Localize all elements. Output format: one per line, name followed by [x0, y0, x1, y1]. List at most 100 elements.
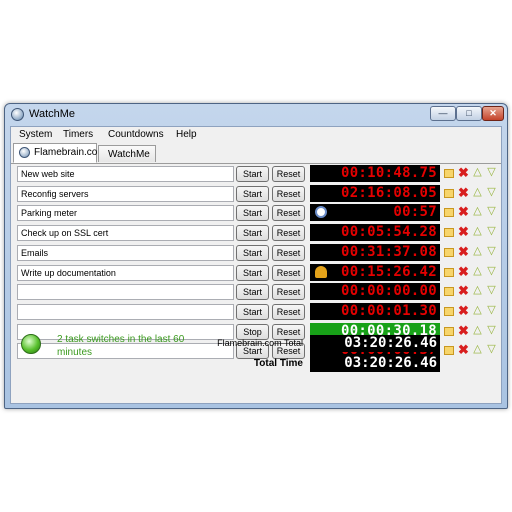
client-area: System Timers Countdowns Help Flamebrain… [10, 126, 502, 404]
move-up-icon[interactable]: △ [472, 324, 483, 336]
start-button[interactable]: Start [236, 264, 269, 281]
timer-display: 00:10:48.75 [310, 165, 440, 182]
move-up-icon[interactable]: △ [472, 226, 483, 237]
move-down-icon[interactable]: ▽ [486, 186, 497, 198]
start-button[interactable]: Start [236, 166, 269, 182]
move-up-icon[interactable]: △ [472, 245, 483, 257]
task-row: Emails Start Reset 00:31:37.08 ✖ △ ▽ [11, 243, 501, 264]
delete-icon[interactable]: ✖ [458, 225, 469, 238]
reset-button[interactable]: Reset [272, 185, 305, 202]
move-down-icon[interactable]: ▽ [486, 285, 497, 296]
move-down-icon[interactable]: ▽ [486, 206, 497, 217]
move-up-icon[interactable]: △ [472, 304, 483, 316]
reset-button[interactable]: Reset [272, 284, 305, 301]
reset-button[interactable]: Reset [272, 225, 305, 242]
close-button[interactable]: ✕ [482, 106, 504, 121]
delete-icon[interactable]: ✖ [458, 265, 469, 278]
move-up-icon[interactable]: △ [472, 265, 483, 277]
start-button[interactable]: Start [236, 185, 269, 202]
task-name-field[interactable]: Check up on SSL cert [17, 225, 234, 242]
window-title: WatchMe [29, 108, 76, 120]
task-name-field[interactable] [17, 303, 234, 320]
tab-flamebrain[interactable]: Flamebrain.com [13, 143, 106, 163]
move-up-icon[interactable]: △ [472, 285, 483, 296]
reset-button[interactable]: Reset [272, 264, 305, 281]
move-down-icon[interactable]: ▽ [486, 245, 497, 257]
delete-icon[interactable]: ✖ [458, 343, 469, 356]
menu-help[interactable]: Help [176, 129, 197, 140]
notes-icon[interactable] [444, 346, 454, 356]
notes-icon[interactable] [444, 326, 454, 336]
delete-icon[interactable]: ✖ [458, 324, 469, 337]
minimize-button[interactable]: — [430, 106, 456, 121]
delete-icon[interactable]: ✖ [458, 166, 469, 179]
tab-total-label: Flamebrain.com Total [217, 338, 303, 348]
move-up-icon[interactable]: △ [472, 206, 483, 217]
delete-icon[interactable]: ✖ [458, 205, 469, 218]
notes-icon[interactable] [444, 287, 454, 297]
app-icon [11, 108, 24, 121]
reset-button[interactable]: Reset [272, 303, 305, 320]
move-down-icon[interactable]: ▽ [486, 304, 497, 316]
move-up-icon[interactable]: △ [472, 186, 483, 198]
timer-display: 02:16:08.05 [310, 184, 440, 202]
task-row: Start Reset 00:00:00.00 ✖ △ ▽ [11, 283, 501, 303]
timer-display: 00:05:54.28 [310, 224, 440, 242]
tab-total-time: 03:20:26.46 [310, 335, 440, 352]
menu-timers[interactable]: Timers [63, 129, 93, 140]
menu-system[interactable]: System [19, 129, 52, 140]
task-row: Write up documentation Start Reset 00:15:26… [11, 263, 501, 284]
task-name-field[interactable]: Parking meter [17, 205, 234, 222]
start-button[interactable]: Start [236, 225, 269, 242]
timer-display: 00:00:00.00 [310, 283, 440, 301]
move-down-icon[interactable]: ▽ [486, 226, 497, 237]
delete-icon[interactable]: ✖ [458, 304, 469, 317]
notes-icon[interactable] [444, 267, 454, 277]
move-down-icon[interactable]: ▽ [486, 344, 497, 355]
start-button[interactable]: Start [236, 244, 269, 261]
start-button[interactable]: Start [236, 284, 269, 301]
reset-button[interactable]: Reset [272, 244, 305, 261]
total-time-label: Total Time [253, 358, 303, 369]
menu-countdowns[interactable]: Countdowns [108, 129, 164, 140]
task-name-field[interactable]: Emails [17, 244, 234, 261]
tab-watchme[interactable]: WatchMe [98, 145, 156, 162]
task-name-field[interactable]: Reconfig servers [17, 185, 234, 202]
move-up-icon[interactable]: △ [472, 167, 483, 178]
notes-icon[interactable] [444, 228, 454, 238]
notes-icon[interactable] [444, 247, 454, 257]
timer-display: 00:57 [310, 204, 440, 222]
stopwatch-icon [19, 147, 30, 158]
notes-icon[interactable] [444, 208, 454, 218]
notes-icon[interactable] [444, 169, 454, 178]
move-down-icon[interactable]: ▽ [486, 265, 497, 277]
move-down-icon[interactable]: ▽ [486, 167, 497, 178]
reset-button[interactable]: Reset [272, 205, 305, 222]
task-row: Reconfig servers Start Reset 02:16:08.05 ✖ △ ▽ [11, 184, 501, 205]
task-name-field[interactable]: New web site [17, 166, 234, 182]
reset-button[interactable]: Reset [272, 166, 305, 182]
delete-icon[interactable]: ✖ [458, 284, 469, 297]
delete-icon[interactable]: ✖ [458, 245, 469, 258]
status-light-icon [21, 334, 41, 354]
title-bar[interactable]: WatchMe — □ ✕ [5, 104, 507, 126]
task-row: Start Reset 00:00:01.30 ✖ △ ▽ [11, 302, 501, 323]
move-down-icon[interactable]: ▽ [486, 324, 497, 336]
timer-display: 00:00:01.30 [310, 302, 440, 320]
delete-icon[interactable]: ✖ [458, 186, 469, 199]
task-name-field[interactable]: Write up documentation [17, 264, 234, 281]
start-button[interactable]: Start [236, 303, 269, 320]
task-name-field[interactable] [17, 284, 234, 301]
move-up-icon[interactable]: △ [472, 344, 483, 355]
timer-display: 00:15:26.42 [310, 263, 440, 281]
menu-bar: System Timers Countdowns Help [11, 127, 501, 144]
tab-strip: Flamebrain.com WatchMe [11, 143, 501, 164]
start-button[interactable]: Start [236, 205, 269, 222]
tab-flamebrain-label: Flamebrain.com [34, 147, 106, 158]
notes-icon[interactable] [444, 188, 454, 198]
maximize-button[interactable]: □ [456, 106, 482, 121]
total-time: 03:20:26.46 [310, 355, 440, 372]
timer-display: 00:31:37.08 [310, 243, 440, 261]
tab-watchme-label: WatchMe [108, 149, 150, 160]
notes-icon[interactable] [444, 306, 454, 316]
